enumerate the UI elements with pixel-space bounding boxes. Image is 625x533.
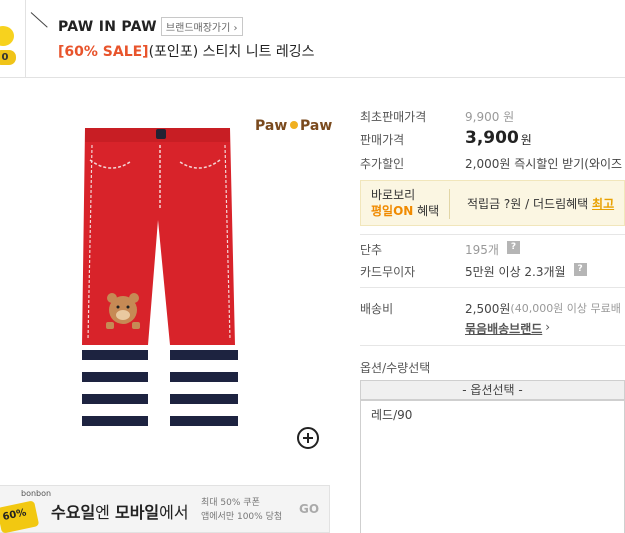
pants-illustration <box>82 128 238 435</box>
banner-sub-line2: 앱에서만 100% 당첨 <box>201 512 283 522</box>
svg-text:Paw: Paw <box>300 118 332 134</box>
shipping-label: 배송비 <box>360 302 394 316</box>
section-divider <box>360 345 625 346</box>
card-value: 5만원 이상 2.3개월 <box>465 265 566 279</box>
option-list[interactable]: 레드/90 <box>360 400 625 533</box>
banner-go-button[interactable]: GO <box>299 502 319 516</box>
product-name: (포인포) 스티치 니트 레깅스 <box>148 44 315 60</box>
banner-sub-line1: 최대 50% 쿠폰 <box>201 498 260 508</box>
brand-row: PAW IN PAW 브랜드매장가기 › <box>58 17 243 36</box>
shipping-row: 배송비 2,500원 (40,000원 이상 무료배 <box>360 300 621 317</box>
original-price-value: 9,900 원 <box>465 110 515 124</box>
card-label: 카드무이자 <box>360 265 416 279</box>
original-price-row: 최초판매가격 9,900 원 <box>360 108 514 125</box>
bundle-row: 묶음배송브랜드 › <box>465 320 550 337</box>
coupon-brand: bonbon <box>21 489 52 498</box>
original-price-label: 최초판매가격 <box>360 110 427 124</box>
sale-price-row: 판매가격 3,900 원 <box>360 128 532 148</box>
option-item[interactable]: 레드/90 <box>361 404 624 425</box>
shipping-value: 2,500원 <box>465 302 511 316</box>
coin-badge: 0 <box>0 50 16 65</box>
sale-price-unit: 원 <box>520 133 532 147</box>
banner-headline: 수요일엔 모바일에서 <box>51 499 189 523</box>
points-row: 단추 195개 ? <box>360 241 520 258</box>
banner-post: 에서 <box>159 503 189 522</box>
extra-discount-row: 추가할인 2,000원 즉시할인 받기(와이즈 <box>360 155 622 172</box>
benefit-title: 바로보리 평일ON 혜택 <box>371 187 439 219</box>
product-title: [60% SALE](포인포) 스티치 니트 레깅스 <box>58 41 315 61</box>
points-value: 195개 <box>465 243 499 257</box>
shipping-note: (40,000원 이상 무료배 <box>510 302 621 315</box>
option-label-row: 옵션/수량선택 <box>360 359 465 376</box>
banner-mid: 엔 <box>95 503 115 522</box>
sale-tag: [60% SALE] <box>58 44 149 60</box>
header-divider <box>25 0 26 78</box>
benefit-best-link[interactable]: 최고 <box>592 197 614 211</box>
benefit-on-tag: 평일ON <box>371 204 414 218</box>
product-header: 0 PAW IN PAW 브랜드매장가기 › [60% SALE](포인포) 스… <box>0 0 625 78</box>
benefit-line2: 혜택 <box>413 204 440 218</box>
brand-shop-button[interactable]: 브랜드매장가기 › <box>160 17 243 36</box>
coin-icon <box>0 26 14 46</box>
section-divider <box>360 234 625 235</box>
benefit-box: 바로보리 평일ON 혜택 적립금 ?원 / 더드림혜택 최고 <box>360 180 625 226</box>
svg-text:Paw: Paw <box>255 118 287 134</box>
product-image[interactable]: Paw Paw <box>70 100 340 460</box>
benefit-divider <box>449 189 450 219</box>
banner-mobile: 모바일 <box>114 503 160 522</box>
mobile-promo-banner[interactable]: 60% bonbon 수요일엔 모바일에서 최대 50% 쿠폰 앱에서만 100… <box>0 485 330 533</box>
chevron-right-icon: › <box>545 320 551 334</box>
brand-name[interactable]: PAW IN PAW <box>58 19 157 35</box>
banner-day: 수요일 <box>51 503 96 522</box>
help-icon[interactable]: ? <box>506 241 520 254</box>
benefit-detail-text: 적립금 ?원 / 더드림혜택 <box>467 197 593 211</box>
section-divider <box>360 287 625 288</box>
extra-discount-value[interactable]: 2,000원 즉시할인 받기(와이즈 <box>465 155 622 172</box>
option-label: 옵션/수량선택 <box>360 361 431 375</box>
coupon-icon: 60% <box>0 500 40 533</box>
benefit-line1: 바로보리 <box>371 188 416 202</box>
sale-price-label: 판매가격 <box>360 133 405 147</box>
benefit-detail: 적립금 ?원 / 더드림혜택 최고 <box>467 195 614 212</box>
zoom-in-icon[interactable] <box>297 427 319 449</box>
banner-subtext: 최대 50% 쿠폰 앱에서만 100% 당첨 <box>201 496 282 524</box>
points-label: 단추 <box>360 243 383 257</box>
header-decoration <box>30 12 48 28</box>
option-select[interactable]: - 옵션선택 - <box>360 380 625 400</box>
card-row: 카드무이자 5만원 이상 2.3개월 ? <box>360 263 587 280</box>
sale-price-value: 3,900 <box>465 128 519 148</box>
coupon-percent: 60% <box>1 507 28 524</box>
extra-discount-label: 추가할인 <box>360 157 405 171</box>
brand-logo: Paw Paw <box>255 118 332 134</box>
bundle-shipping-link[interactable]: 묶음배송브랜드 <box>465 320 542 337</box>
help-icon[interactable]: ? <box>573 263 587 276</box>
